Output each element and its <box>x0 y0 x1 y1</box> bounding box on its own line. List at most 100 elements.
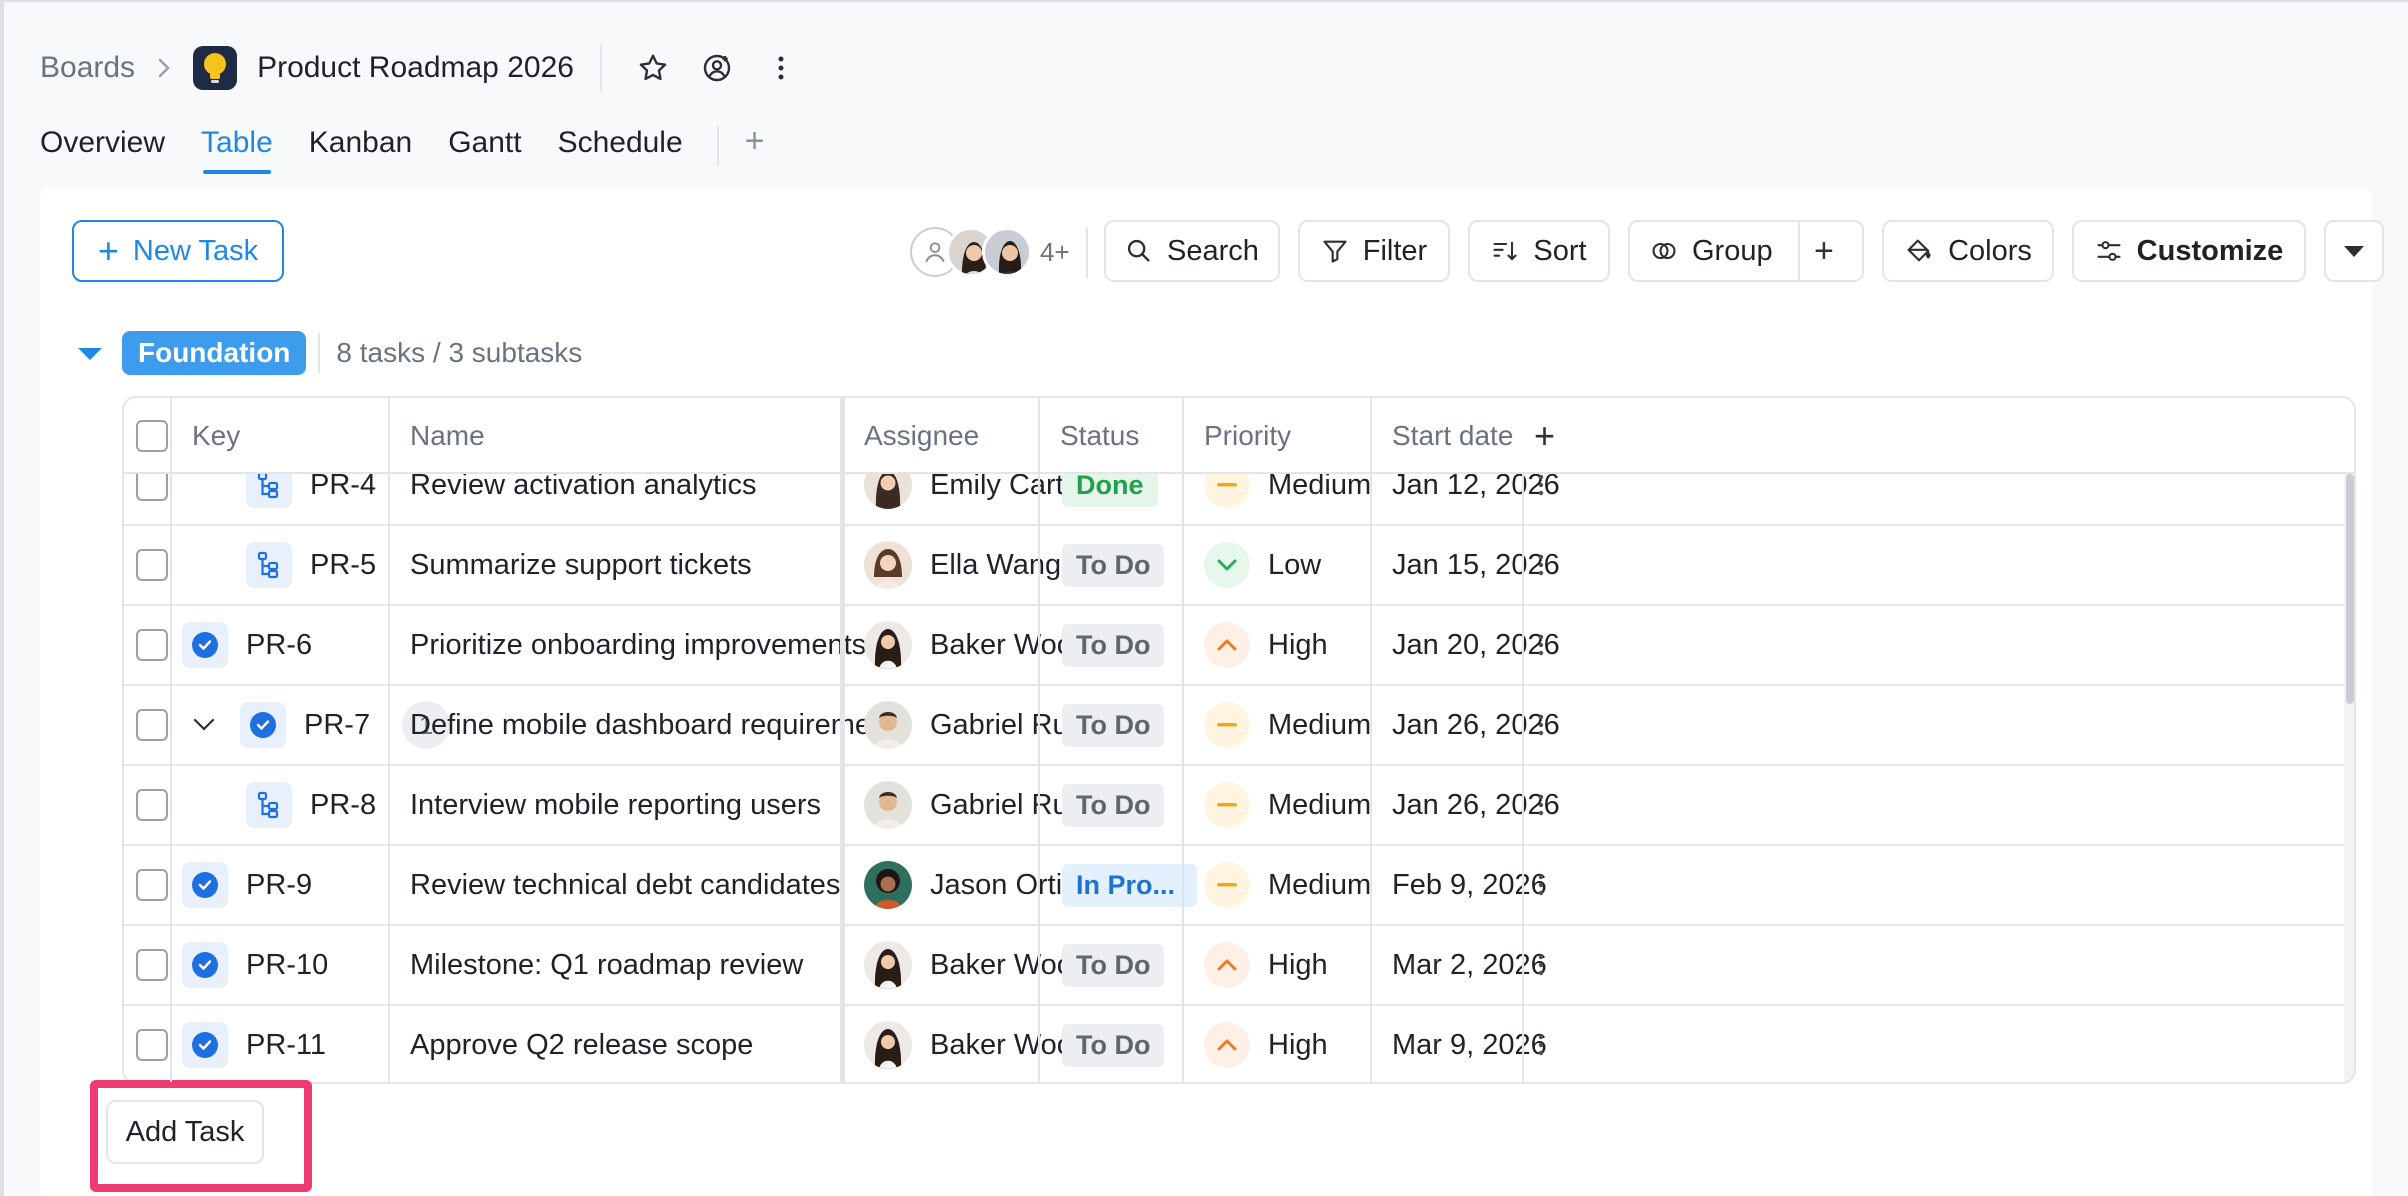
status-cell[interactable]: To Do <box>1062 1006 1165 1082</box>
row-menu-icon[interactable] <box>1538 686 1544 764</box>
assignee-cell[interactable]: Jason Ortiz <box>864 846 1077 924</box>
breadcrumb-boards[interactable]: Boards <box>40 51 135 85</box>
name-cell[interactable]: Summarize support tickets <box>410 526 752 604</box>
priority-cell[interactable]: Medium <box>1204 686 1371 764</box>
scrollbar-thumb[interactable] <box>2346 474 2354 704</box>
priority-cell[interactable]: High <box>1204 606 1328 684</box>
follow-icon[interactable] <box>694 45 740 91</box>
add-group-icon[interactable]: + <box>1814 234 1834 268</box>
new-task-button[interactable]: + New Task <box>72 220 284 282</box>
colors-button[interactable]: Colors <box>1882 220 2054 282</box>
row-checkbox[interactable] <box>136 526 168 604</box>
status-cell[interactable]: To Do <box>1062 526 1165 604</box>
more-options-button[interactable] <box>2324 220 2384 282</box>
customize-button[interactable]: Customize <box>2072 220 2306 282</box>
name-cell[interactable]: Interview mobile reporting users <box>410 766 821 844</box>
tab-overview[interactable]: Overview <box>40 126 165 174</box>
assignee-cell[interactable]: Gabriel Ru... <box>864 686 1093 764</box>
status-badge: To Do <box>1062 1023 1165 1067</box>
row-checkbox[interactable] <box>136 766 168 844</box>
row-checkbox[interactable] <box>136 926 168 1004</box>
add-column-icon[interactable]: + <box>1534 398 1555 474</box>
row-menu-icon[interactable] <box>1538 766 1544 844</box>
table-row[interactable]: PR-5 Summarize support tickets Ella Wang To… <box>124 526 2354 606</box>
start-date-cell[interactable]: Jan 26, 2026 <box>1392 686 1560 764</box>
table-row[interactable]: PR-11 Approve Q2 release scope Baker Wood T… <box>124 1006 2354 1082</box>
board-members[interactable]: 4+ <box>910 226 1070 278</box>
row-checkbox[interactable] <box>136 1006 168 1082</box>
priority-cell[interactable]: Medium <box>1204 766 1371 844</box>
expand-chevron-icon[interactable] <box>192 717 216 733</box>
row-menu-icon[interactable] <box>1538 606 1544 684</box>
table-row[interactable]: PR-8 Interview mobile reporting users Gabr… <box>124 766 2354 846</box>
tab-schedule[interactable]: Schedule <box>558 126 683 174</box>
add-task-button[interactable]: Add Task <box>106 1100 264 1164</box>
row-menu-icon[interactable] <box>1538 846 1544 924</box>
table-row[interactable]: PR-9 Review technical debt candidates Jaso… <box>124 846 2354 926</box>
more-vertical-icon[interactable] <box>758 45 804 91</box>
priority-cell[interactable]: High <box>1204 926 1328 1004</box>
star-icon[interactable] <box>630 45 676 91</box>
key-cell[interactable]: PR-9 <box>182 846 312 924</box>
table-row[interactable]: PR-10 Milestone: Q1 roadmap review Baker W… <box>124 926 2354 1006</box>
row-checkbox[interactable] <box>136 606 168 684</box>
priority-cell[interactable]: High <box>1204 1006 1328 1082</box>
key-cell[interactable]: PR-11 <box>182 1006 326 1082</box>
key-cell[interactable]: PR-8 <box>246 766 376 844</box>
column-priority[interactable]: Priority <box>1204 398 1291 474</box>
table-row[interactable]: PR-6 Prioritize onboarding improvements Ba… <box>124 606 2354 686</box>
add-view-icon[interactable]: + <box>745 124 765 158</box>
row-checkbox[interactable] <box>136 686 168 764</box>
name-cell[interactable]: Milestone: Q1 roadmap review <box>410 926 803 1004</box>
column-assignee[interactable]: Assignee <box>864 398 979 474</box>
assignee-cell[interactable]: Baker Wood <box>864 926 1089 1004</box>
priority-cell[interactable]: Medium <box>1204 846 1371 924</box>
assignee-cell[interactable]: Ella Wang <box>864 526 1061 604</box>
column-start-date[interactable]: Start date <box>1392 398 1513 474</box>
priority-cell[interactable]: Low <box>1204 526 1321 604</box>
task-check-icon <box>182 622 228 668</box>
tab-gantt[interactable]: Gantt <box>448 126 521 174</box>
group-name-badge[interactable]: Foundation <box>122 331 307 375</box>
assignee-cell[interactable]: Baker Wood <box>864 1006 1089 1082</box>
customize-label: Customize <box>2136 234 2284 267</box>
name-cell[interactable]: Review technical debt candidates <box>410 846 840 924</box>
collapse-caret-icon[interactable] <box>78 348 102 360</box>
status-cell[interactable]: To Do <box>1062 766 1165 844</box>
tab-kanban[interactable]: Kanban <box>309 126 412 174</box>
assignee-cell[interactable]: Baker Wood <box>864 606 1089 684</box>
search-button[interactable]: Search <box>1104 220 1280 282</box>
select-all-checkbox[interactable] <box>136 398 168 474</box>
status-cell[interactable]: To Do <box>1062 926 1165 1004</box>
column-key[interactable]: Key <box>192 398 240 474</box>
tab-table[interactable]: Table <box>201 126 273 174</box>
sort-button[interactable]: Sort <box>1468 220 1610 282</box>
key-cell[interactable]: PR-6 <box>182 606 312 684</box>
key-cell[interactable]: PR-5 <box>246 526 376 604</box>
start-date-cell[interactable]: Jan 26, 2026 <box>1392 766 1560 844</box>
name-cell[interactable]: Prioritize onboarding improvements <box>410 606 866 684</box>
column-status[interactable]: Status <box>1060 398 1139 474</box>
row-menu-icon[interactable] <box>1538 526 1544 604</box>
column-name[interactable]: Name <box>410 398 485 474</box>
row-checkbox[interactable] <box>136 846 168 924</box>
status-cell[interactable]: To Do <box>1062 606 1165 684</box>
start-date-cell[interactable]: Jan 20, 2026 <box>1392 606 1560 684</box>
table-row[interactable]: PR-7 1 Define mobile dashboard requirement… <box>124 686 2354 766</box>
key-cell[interactable]: PR-10 <box>182 926 328 1004</box>
assignee-avatar <box>864 781 912 829</box>
name-cell[interactable]: Approve Q2 release scope <box>410 1006 753 1082</box>
row-menu-icon[interactable] <box>1538 926 1544 1004</box>
status-cell[interactable]: To Do <box>1062 686 1165 764</box>
status-cell[interactable]: In Pro... <box>1062 846 1198 924</box>
row-menu-icon[interactable] <box>1538 1006 1544 1082</box>
start-date-cell[interactable]: Jan 15, 2026 <box>1392 526 1560 604</box>
assignee-cell[interactable]: Gabriel Ru... <box>864 766 1093 844</box>
task-table: Key Name Assignee Status Priority Start … <box>122 396 2356 1084</box>
name-cell[interactable]: Define mobile dashboard requirements <box>410 686 910 764</box>
group-button[interactable]: Group + <box>1628 220 1864 282</box>
member-avatar <box>982 227 1032 277</box>
assignee-name: Ella Wang <box>930 548 1062 581</box>
filter-button[interactable]: Filter <box>1298 220 1450 282</box>
task-check-icon <box>182 942 228 988</box>
